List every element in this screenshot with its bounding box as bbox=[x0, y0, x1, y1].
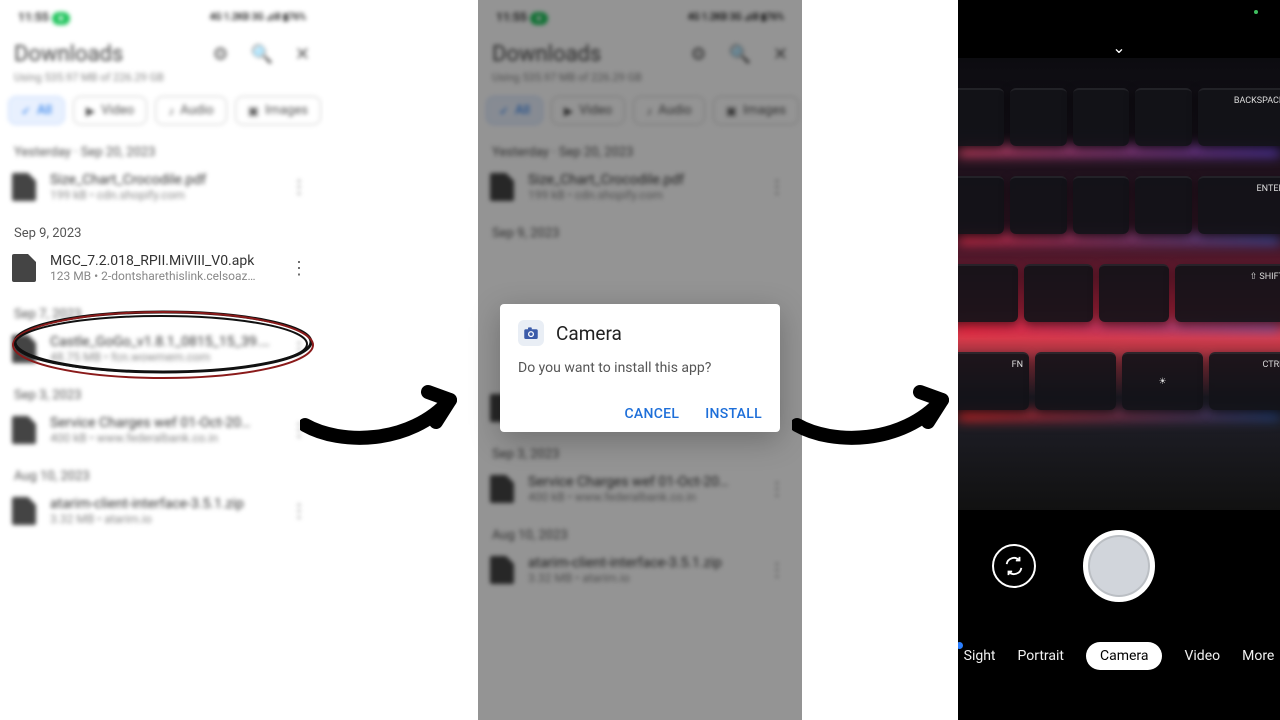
shutter-button[interactable] bbox=[1083, 530, 1155, 602]
list-item[interactable]: Castle_GoGo_v1.8.1_0815_15_39.apk48.75 M… bbox=[0, 326, 324, 372]
list-item[interactable]: atarim-client-interface-3.5.1.zip3.32 MB… bbox=[0, 488, 324, 534]
mode-portrait[interactable]: Portrait bbox=[1018, 648, 1064, 664]
chip-images[interactable]: ▣Images bbox=[235, 96, 321, 125]
file-icon bbox=[12, 335, 36, 363]
downloads-header: Downloads ⚙ 🔍 ✕ bbox=[0, 24, 324, 67]
more-icon[interactable]: ⋮ bbox=[286, 258, 312, 279]
panel-downloads: 11:55 ● 4G 1.2KB 3G ⊿ill ▮76% Downloads … bbox=[0, 0, 324, 720]
status-time: 11:55 bbox=[18, 10, 49, 24]
check-icon: ✓ bbox=[21, 104, 31, 118]
dialog-message: Do you want to install this app? bbox=[518, 360, 762, 376]
close-icon[interactable]: ✕ bbox=[295, 44, 310, 65]
gear-icon[interactable]: ⚙ bbox=[212, 44, 228, 65]
mode-sight[interactable]: Sight bbox=[964, 648, 996, 664]
file-icon bbox=[12, 254, 36, 282]
panel-camera-app: ⌄ BACKSPACE ENTER ⇧ SHIFT FN☀CTRL Sight bbox=[958, 0, 1280, 720]
camera-modes: Sight Portrait Camera Video More bbox=[958, 642, 1280, 670]
composite-tutorial: 11:55 ● 4G 1.2KB 3G ⊿ill ▮76% Downloads … bbox=[0, 0, 1280, 720]
camera-viewfinder[interactable]: BACKSPACE ENTER ⇧ SHIFT FN☀CTRL bbox=[958, 58, 1280, 510]
section-header: Aug 10, 2023 bbox=[0, 453, 324, 488]
status-bar: 11:55 ● 4G 1.2KB 3G ⊿ill ▮76% bbox=[0, 0, 324, 24]
camera-statusbar bbox=[958, 0, 1280, 32]
page-title: Downloads bbox=[14, 42, 212, 67]
status-right: 4G 1.2KB 3G ⊿ill ▮76% bbox=[209, 12, 306, 23]
chip-audio[interactable]: ♪Audio bbox=[155, 96, 226, 125]
search-icon[interactable]: 🔍 bbox=[250, 44, 272, 65]
more-icon[interactable]: ⋮ bbox=[286, 501, 312, 522]
recording-indicator-icon bbox=[1254, 10, 1258, 14]
list-item[interactable]: Size_Chart_Crocodile.pdf199 kB • cdn.sho… bbox=[0, 164, 324, 210]
filter-chips: ✓All ▶Video ♪Audio ▣Images bbox=[0, 92, 324, 129]
panel-install-dialog: 11:55 ● 4G 1.2KB 3G ⊿ill ▮76% Downloads … bbox=[478, 0, 802, 720]
chip-video[interactable]: ▶Video bbox=[73, 96, 147, 125]
camera-app-icon bbox=[518, 320, 544, 346]
storage-usage: Using 535.97 MB of 226.29 GB bbox=[0, 67, 324, 92]
camera-controls bbox=[958, 530, 1280, 620]
install-button[interactable]: INSTALL bbox=[705, 406, 762, 422]
chip-all[interactable]: ✓All bbox=[8, 96, 65, 125]
file-icon bbox=[12, 497, 36, 525]
mode-camera[interactable]: Camera bbox=[1086, 642, 1163, 670]
file-icon bbox=[12, 416, 36, 444]
list-item-apk[interactable]: MGC_7.2.018_RPII.MiVIII_V0.apk123 MB • 2… bbox=[0, 245, 324, 291]
more-icon[interactable]: ⋮ bbox=[286, 339, 312, 360]
section-header: Yesterday · Sep 20, 2023 bbox=[0, 129, 324, 164]
mode-more[interactable]: More bbox=[1242, 648, 1274, 664]
video-icon: ▶ bbox=[86, 104, 95, 118]
gap bbox=[324, 0, 478, 720]
section-header: Sep 9, 2023 bbox=[0, 210, 324, 245]
status-pill-icon: ● bbox=[52, 12, 70, 25]
blue-dot-icon bbox=[958, 642, 963, 649]
section-header: Sep 7, 2023 bbox=[0, 291, 324, 326]
list-item[interactable]: Service Charges wef 01-Oct-20…400 kB • w… bbox=[0, 407, 324, 453]
cancel-button[interactable]: CANCEL bbox=[624, 406, 679, 422]
dialog-title: Camera bbox=[556, 322, 622, 345]
keyboard-photo: BACKSPACE ENTER ⇧ SHIFT FN☀CTRL bbox=[958, 58, 1280, 510]
switch-camera-button[interactable] bbox=[992, 544, 1036, 588]
more-icon[interactable]: ⋮ bbox=[286, 420, 312, 441]
audio-icon: ♪ bbox=[168, 104, 174, 118]
file-icon bbox=[12, 173, 36, 201]
mode-video[interactable]: Video bbox=[1184, 648, 1220, 664]
install-dialog: Camera Do you want to install this app? … bbox=[500, 304, 780, 432]
gap bbox=[802, 0, 958, 720]
section-header: Sep 3, 2023 bbox=[0, 372, 324, 407]
image-icon: ▣ bbox=[248, 104, 259, 118]
more-icon[interactable]: ⋮ bbox=[286, 177, 312, 198]
chevron-down-icon[interactable]: ⌄ bbox=[1112, 38, 1125, 57]
